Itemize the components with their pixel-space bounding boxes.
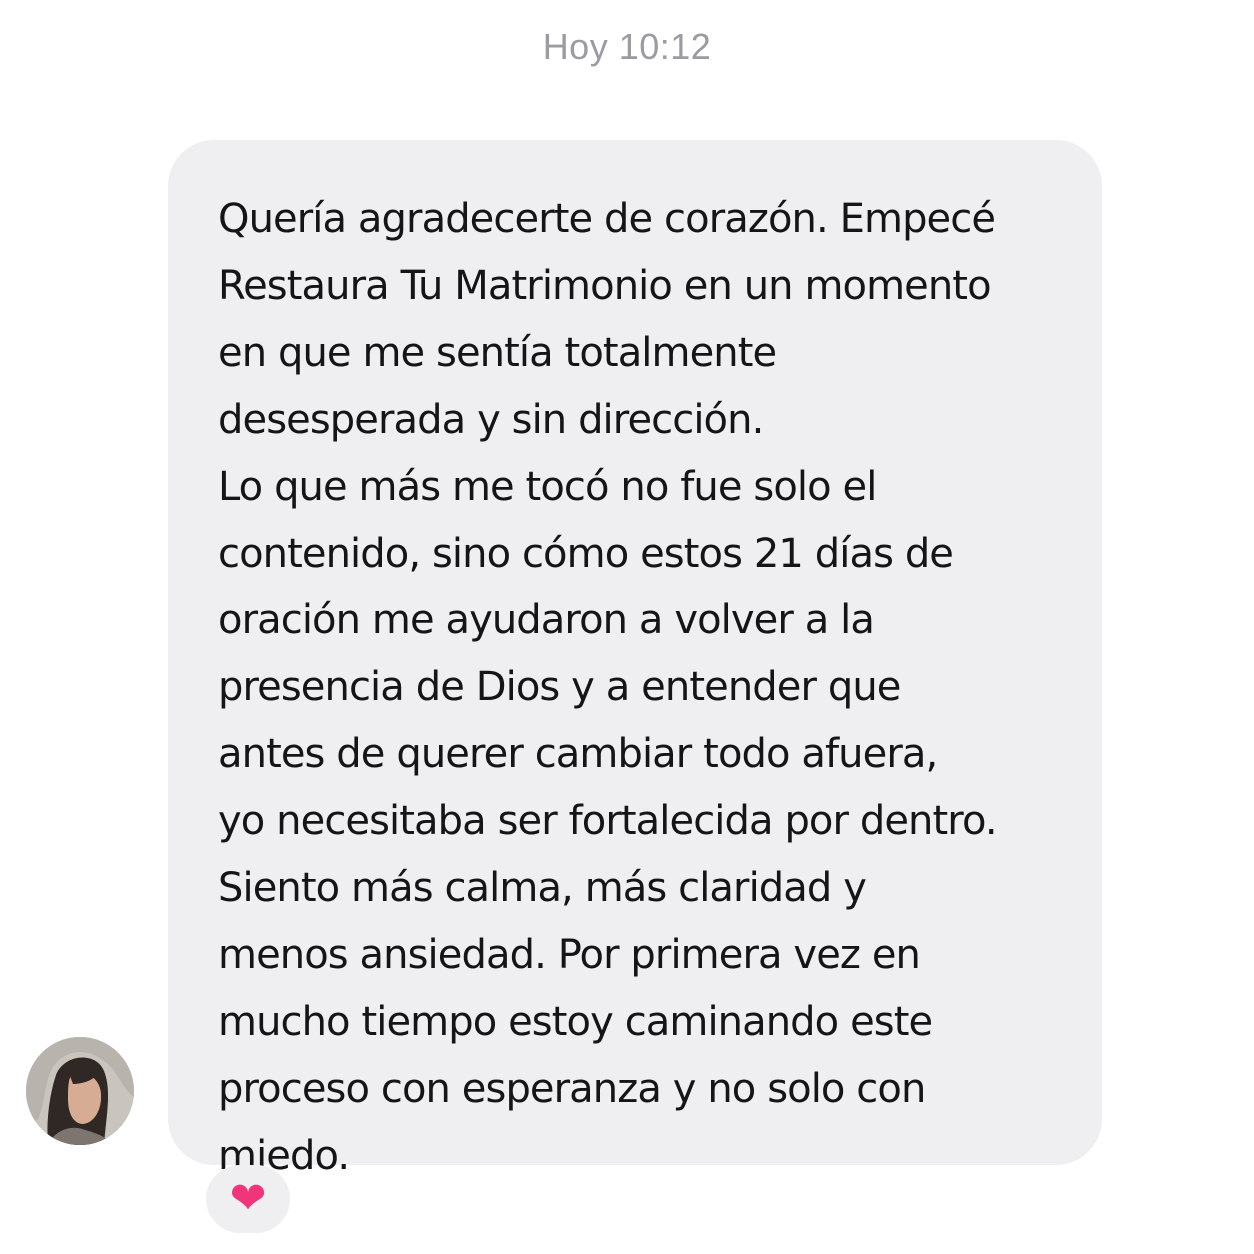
message-line: menos ansiedad. Por primera vez en [218,931,921,978]
heart-icon: ❤ [229,1173,267,1224]
message-line: en que me sentía totalmente [218,329,777,376]
message-line: antes de querer cambiar todo afuera, [218,731,938,778]
message-line: Lo que más me tocó no fue solo el [218,463,877,510]
avatar-icon [26,1037,134,1145]
message-line: Restaura Tu Matrimonio en un momento [218,262,992,309]
message-timestamp: Hoy 10:12 [542,26,712,67]
message-line: mucho tiempo estoy caminando este [218,998,933,1045]
sender-avatar[interactable] [26,1037,134,1145]
message-line: proceso con esperanza y no solo con [218,1065,926,1112]
message-line: yo necesitaba ser fortalecida por dentro… [218,798,998,845]
message-line: presencia de Dios y a entender que [218,664,901,711]
message-line: oración me ayudaron a volver a la [218,597,875,644]
message-text: Quería agradecerte de corazón. Empecé Re… [218,186,1098,1190]
heart-reaction-badge[interactable]: ❤ [206,1165,290,1233]
message-line: Siento más calma, más claridad y [218,865,867,912]
message-bubble[interactable]: Quería agradecerte de corazón. Empecé Re… [168,140,1102,1179]
message-line: Quería agradecerte de corazón. Empecé [218,196,996,242]
message-line: contenido, sino cómo estos 21 días de [218,530,954,577]
message-line: desesperada y sin dirección. [218,396,764,443]
